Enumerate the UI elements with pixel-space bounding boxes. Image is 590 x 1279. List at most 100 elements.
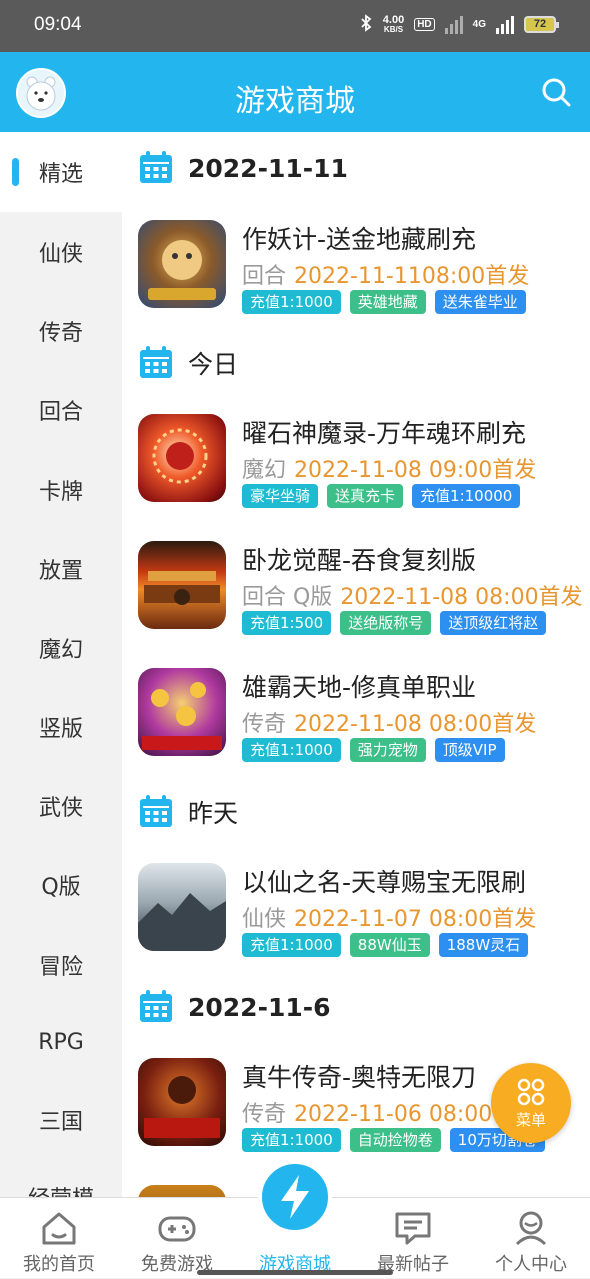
floating-menu-button[interactable]: 菜单: [491, 1063, 571, 1143]
top-app-bar: 游戏商城: [0, 52, 590, 132]
tag: 送真充卡: [327, 484, 404, 508]
game-tags: 充值1:1000 英雄地藏 送朱雀毕业: [242, 290, 526, 314]
net-speed-value: 4.00: [382, 13, 405, 26]
sidebar-item-idle[interactable]: 放置: [0, 529, 122, 609]
game-thumbnail: [138, 414, 226, 502]
calendar-icon: [140, 990, 172, 1022]
game-tags: 充值1:1000 88W仙玉 188W灵石: [242, 933, 529, 957]
sidebar-item-label: 魔幻: [38, 638, 83, 663]
cell-signal-icon: [496, 15, 514, 34]
sidebar-item-xianxia[interactable]: 仙侠: [0, 212, 122, 292]
game-category: 回合: [242, 264, 287, 289]
sidebar-item-turn-based[interactable]: 回合: [0, 370, 122, 450]
game-item[interactable]: 卧龙觉醒-吞食复刻版 回合 Q版 2022-11-08 08:00首发 充值1:5…: [138, 541, 588, 641]
sidebar-item-label: 仙侠: [38, 242, 83, 267]
date-label: 今日: [188, 350, 239, 379]
sidebar-item-featured[interactable]: 精选: [0, 132, 122, 212]
home-icon: [42, 1212, 76, 1245]
game-item[interactable]: 作妖计-送金地藏刷充 回合 2022-11-1108:00首发 充值1:1000 …: [138, 220, 588, 320]
status-icons: 4.00 KB/S HD 4G 72: [359, 13, 559, 35]
hd-badge: HD: [414, 18, 435, 31]
battery-icon: 72: [524, 16, 559, 33]
game-release-time: 2022-11-1108:00首发: [294, 264, 530, 289]
tab-home[interactable]: 我的首页: [0, 1198, 118, 1279]
game-category: 魔幻: [242, 458, 287, 483]
game-release-time: 2022-11-08 08:00首发: [294, 712, 537, 737]
tag: 强力宠物: [349, 738, 426, 762]
game-title: 真牛传奇-奥特无限刀: [242, 1063, 477, 1092]
game-item[interactable]: 以仙之名-天尊赐宝无限刷 仙侠 2022-11-07 08:00首发 充值1:10…: [138, 863, 588, 963]
game-title: 曜石神魔录-万年魂环刷充: [242, 419, 527, 448]
sidebar-item-label: 武侠: [38, 796, 83, 821]
tag: 英雄地藏: [349, 290, 426, 314]
tab-latest-posts[interactable]: 最新帖子: [354, 1198, 472, 1279]
game-meta: 传奇 2022-11-08 08:00首发: [242, 706, 536, 738]
game-category: 传奇: [242, 1102, 287, 1127]
tag: 充值1:500: [242, 611, 332, 635]
user-icon: [515, 1211, 547, 1246]
sidebar-item-rpg[interactable]: RPG: [0, 1002, 122, 1082]
date-header: 今日: [138, 343, 238, 383]
sidebar-item-q-style[interactable]: Q版: [0, 845, 122, 925]
tag: 送绝版称号: [340, 611, 432, 635]
floating-menu-label: 菜单: [515, 1110, 546, 1129]
bluetooth-icon: [359, 14, 373, 35]
status-time: 09:04: [34, 14, 82, 35]
date-header: 昨天: [138, 792, 238, 832]
tag: 送朱雀毕业: [434, 290, 526, 314]
sidebar-item-label: 三国: [38, 1110, 83, 1135]
game-tags: 豪华坐骑 送真充卡 充值1:10000: [242, 484, 521, 508]
date-label: 2022-11-6: [188, 992, 331, 1022]
gamepad-icon: [158, 1216, 196, 1242]
game-thumbnail: [138, 220, 226, 308]
chat-icon: [395, 1212, 431, 1245]
game-item[interactable]: 曜石神魔录-万年魂环刷充 魔幻 2022-11-08 09:00首发 豪华坐骑 送…: [138, 414, 588, 514]
date-label: 2022-11-11: [188, 153, 348, 183]
status-bar: 09:04 4.00 KB/S HD 4G 72: [0, 0, 590, 52]
tag: 顶级VIP: [434, 738, 505, 762]
tag: 充值1:1000: [242, 738, 341, 762]
game-item[interactable]: 雄霸天地-修真单职业 传奇 2022-11-08 08:00首发 充值1:1000…: [138, 668, 588, 768]
sidebar-item-label: 冒险: [38, 955, 83, 980]
game-thumbnail: [138, 668, 226, 756]
calendar-icon: [140, 795, 172, 827]
game-title: 作妖计-送金地藏刷充: [242, 225, 477, 254]
game-tags: 充值1:1000 自动捡物卷 10万切割卷: [242, 1128, 545, 1152]
tag: 自动捡物卷: [349, 1128, 441, 1152]
search-button[interactable]: [540, 76, 572, 108]
sidebar-item-fantasy[interactable]: 魔幻: [0, 608, 122, 688]
date-header: 2022-11-6: [138, 987, 331, 1027]
game-meta: 回合 2022-11-1108:00首发: [242, 258, 529, 290]
calendar-icon: [140, 151, 172, 183]
active-indicator: [12, 158, 19, 186]
date-header: 2022-11-11: [138, 148, 348, 188]
game-thumbnail: [138, 1185, 226, 1197]
search-icon: [542, 78, 571, 107]
sidebar-item-label: 回合: [38, 400, 83, 425]
grid-icon: [517, 1078, 545, 1105]
net-speed: 4.00 KB/S: [382, 13, 405, 35]
tag: 充值1:1000: [242, 933, 341, 957]
tag: 充值1:1000: [242, 1128, 341, 1152]
game-release-time: 2022-11-08 08:00首发: [340, 585, 583, 610]
sidebar-item-three-kingdoms[interactable]: 三国: [0, 1080, 122, 1160]
game-list: 2022-11-11 作妖计-送金地藏刷充 回合 2022-11-1108:00首…: [122, 132, 590, 1197]
sidebar-item-label: 精选: [38, 162, 83, 187]
sidebar-item-wuxia[interactable]: 武侠: [0, 766, 122, 846]
game-thumbnail: [138, 541, 226, 629]
tab-profile[interactable]: 个人中心: [472, 1198, 590, 1279]
sidebar-item-card[interactable]: 卡牌: [0, 450, 122, 530]
tab-label: 我的首页: [23, 1254, 95, 1275]
game-item-partial[interactable]: [138, 1185, 588, 1197]
tab-free-games[interactable]: 免费游戏: [118, 1198, 236, 1279]
sidebar-item-label: 放置: [38, 559, 83, 584]
game-category: 仙侠: [242, 907, 287, 932]
sidebar-item-chuanqi[interactable]: 传奇: [0, 291, 122, 371]
sidebar-item-portrait[interactable]: 竖版: [0, 687, 122, 767]
game-thumbnail: [138, 863, 226, 951]
sidebar-item-adventure[interactable]: 冒险: [0, 925, 122, 1005]
game-title: 卧龙觉醒-吞食复刻版: [242, 546, 477, 575]
game-store-center-button[interactable]: [258, 1160, 332, 1234]
net-speed-unit: KB/S: [383, 24, 404, 34]
home-indicator: [197, 1270, 393, 1275]
